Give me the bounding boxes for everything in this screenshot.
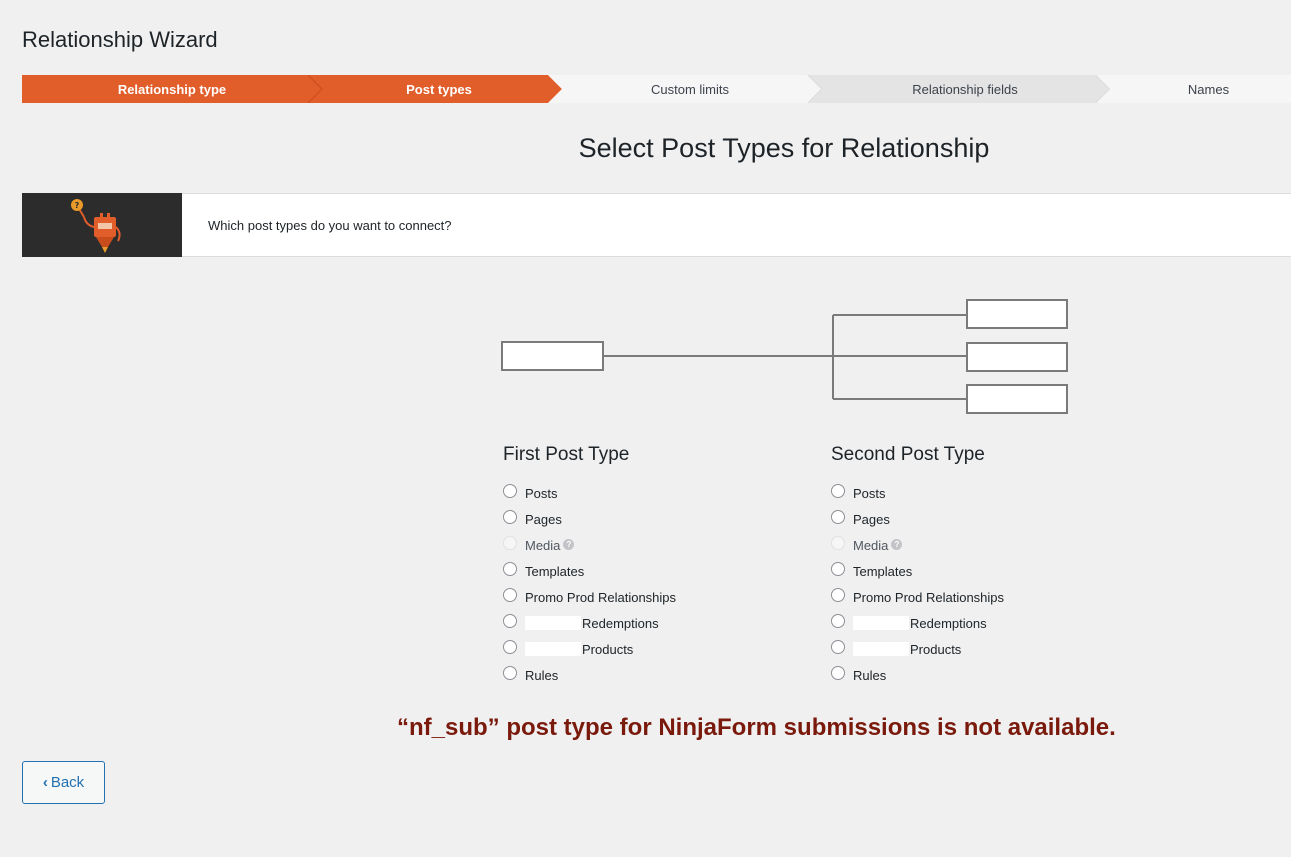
step-names[interactable]: Names — [1096, 75, 1291, 103]
robot-mascot-graphic: ? — [71, 199, 121, 253]
second-option-products[interactable]: Products — [831, 636, 1004, 662]
first-post-type-group: First Post Type Posts Pages Media ? Temp… — [503, 444, 676, 688]
option-label: Templates — [853, 563, 913, 579]
radio-button-disabled — [503, 536, 517, 550]
svg-text:?: ? — [75, 201, 80, 210]
option-label: Promo Prod Relationships — [853, 589, 1005, 605]
second-post-type-heading: Second Post Type — [831, 444, 985, 465]
option-label: Redemptions — [910, 615, 987, 631]
second-option-posts[interactable]: Posts — [831, 480, 1004, 506]
section-title: Select Post Types for Relationship — [578, 133, 990, 163]
radio-button[interactable] — [831, 614, 845, 628]
step-label: Post types — [406, 81, 472, 97]
redacted-block — [853, 616, 909, 630]
step-custom-limits[interactable]: Custom limits — [548, 75, 822, 103]
step-label: Custom limits — [650, 81, 729, 97]
option-label: Pages — [525, 511, 562, 527]
radio-button[interactable] — [503, 562, 517, 576]
second-post-type-group: Second Post Type Posts Pages Media ? Tem… — [831, 444, 1004, 688]
radio-button[interactable] — [503, 640, 517, 654]
radio-button[interactable] — [831, 666, 845, 680]
step-label: Names — [1187, 81, 1230, 97]
first-option-media: Media ? — [503, 532, 676, 558]
step-relationship-type[interactable]: Relationship type — [22, 75, 322, 103]
option-label: Media — [853, 537, 889, 553]
option-label: Products — [910, 641, 962, 657]
second-option-rules[interactable]: Rules — [831, 662, 1004, 688]
redacted-block — [525, 616, 581, 630]
second-option-promo-prod-relationships[interactable]: Promo Prod Relationships — [831, 584, 1004, 610]
option-label: Rules — [525, 667, 559, 683]
radio-button[interactable] — [503, 484, 517, 498]
page-title: Relationship Wizard — [22, 27, 218, 52]
wizard-steps: Relationship type Post types Custom limi… — [22, 75, 1291, 103]
first-option-pages[interactable]: Pages — [503, 506, 676, 532]
robot-mascot-icon: ? — [22, 193, 182, 257]
availability-notice: “nf_sub” post type for NinjaForm submiss… — [397, 714, 1116, 741]
step-label: Relationship type — [117, 81, 227, 97]
first-post-type-heading: First Post Type — [503, 444, 630, 465]
first-option-promo-prod-relationships[interactable]: Promo Prod Relationships — [503, 584, 676, 610]
back-button[interactable]: ‹ Back — [22, 761, 105, 804]
option-label: Media — [525, 537, 561, 553]
step-post-types[interactable]: Post types — [308, 75, 562, 103]
radio-button[interactable] — [831, 484, 845, 498]
chevron-left-icon: ‹ — [42, 774, 48, 791]
option-label: Pages — [853, 511, 890, 527]
first-option-templates[interactable]: Templates — [503, 558, 676, 584]
info-text: Which post types do you want to connect? — [208, 218, 452, 233]
radio-button[interactable] — [503, 666, 517, 680]
info-bar: ? Which post types do you want to connec… — [22, 193, 1291, 257]
first-option-redemptions[interactable]: Redemptions — [503, 610, 676, 636]
one-to-many-diagram — [501, 299, 1068, 414]
radio-button[interactable] — [831, 562, 845, 576]
option-label: Rules — [853, 667, 887, 683]
first-option-posts[interactable]: Posts — [503, 480, 676, 506]
option-label: Posts — [853, 485, 886, 501]
option-label: Products — [582, 641, 634, 657]
first-option-products[interactable]: Products — [503, 636, 676, 662]
option-label: Redemptions — [582, 615, 659, 631]
help-icon[interactable]: ? — [563, 538, 575, 550]
radio-button[interactable] — [831, 510, 845, 524]
back-button-label: Back — [50, 774, 85, 791]
radio-button-disabled — [831, 536, 845, 550]
relationship-diagram — [500, 297, 1072, 424]
radio-button[interactable] — [503, 614, 517, 628]
radio-button[interactable] — [831, 640, 845, 654]
first-option-rules[interactable]: Rules — [503, 662, 676, 688]
option-label: Posts — [525, 485, 558, 501]
second-option-redemptions[interactable]: Redemptions — [831, 610, 1004, 636]
option-label: Promo Prod Relationships — [525, 589, 677, 605]
radio-button[interactable] — [503, 588, 517, 602]
step-label: Relationship fields — [912, 81, 1018, 97]
step-relationship-fields[interactable]: Relationship fields — [808, 75, 1110, 103]
redacted-block — [525, 642, 581, 656]
option-label: Templates — [525, 563, 585, 579]
redacted-block — [853, 642, 909, 656]
radio-button[interactable] — [503, 510, 517, 524]
help-icon[interactable]: ? — [891, 538, 903, 550]
second-option-pages[interactable]: Pages — [831, 506, 1004, 532]
second-option-templates[interactable]: Templates — [831, 558, 1004, 584]
section-title-container: Select Post Types for Relationship — [182, 133, 1291, 169]
second-option-media: Media ? — [831, 532, 1004, 558]
radio-button[interactable] — [831, 588, 845, 602]
